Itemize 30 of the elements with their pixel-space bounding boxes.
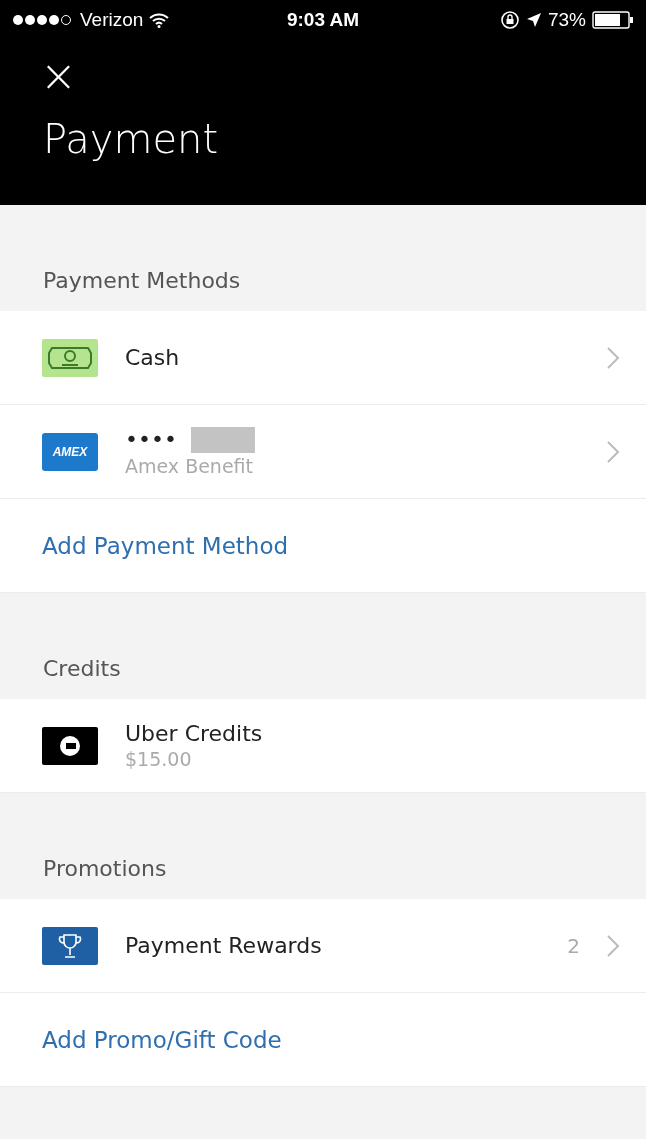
wifi-icon <box>149 12 170 28</box>
location-arrow-icon <box>525 12 542 28</box>
battery-percent: 73% <box>547 9 586 31</box>
payment-row[interactable]: Cash <box>0 311 646 405</box>
trophy-icon <box>42 926 98 965</box>
row-label: Payment Rewards <box>125 933 322 958</box>
close-button[interactable]: × <box>40 54 77 98</box>
payment-row[interactable]: Uber Credits $15.00 <box>0 699 646 793</box>
section-header: Promotions <box>43 856 167 881</box>
rotation-lock-icon <box>499 10 520 30</box>
logo-icon <box>42 726 98 765</box>
section-header: Payment Methods <box>43 268 241 293</box>
clock: 9:03 AM <box>286 9 360 31</box>
battery-icon <box>592 11 634 29</box>
payment-row[interactable]: Payment Rewards 2 <box>0 899 646 993</box>
carrier: Verizon <box>80 9 144 31</box>
row-label: •••• <box>125 427 177 452</box>
row-label: Cash <box>125 345 180 370</box>
add-link[interactable]: Add Payment Method <box>42 532 289 559</box>
count: 2 <box>567 933 580 958</box>
row-sublabel: $15.00 <box>125 748 193 770</box>
signal-icon <box>12 14 74 26</box>
cash-icon <box>42 338 98 377</box>
payment-row[interactable]: AMEX •••• Amex Benefit <box>0 405 646 499</box>
add-link[interactable]: Add Promo/Gift Code <box>42 1026 282 1053</box>
row-label: Uber Credits <box>125 721 263 746</box>
card-logo-icon: AMEX <box>42 432 98 471</box>
page-title: Payment <box>43 116 220 162</box>
row-sublabel: Amex Benefit <box>125 454 255 477</box>
section-header: Credits <box>43 656 121 681</box>
